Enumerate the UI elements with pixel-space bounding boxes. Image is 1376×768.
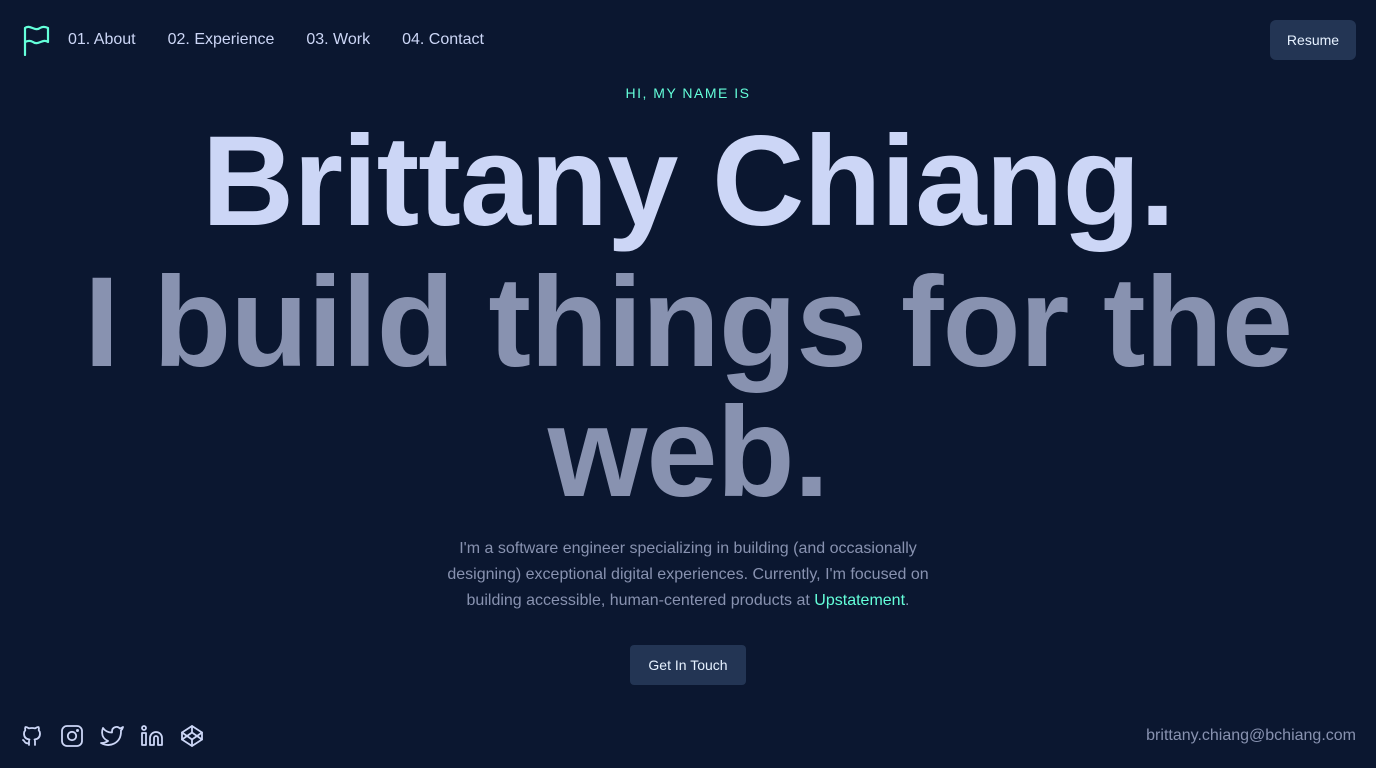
- linkedin-icon[interactable]: [140, 724, 164, 748]
- hero-name: Brittany Chiang.: [201, 110, 1176, 253]
- hero-greeting: HI, MY NAME IS: [625, 85, 751, 101]
- codepen-icon[interactable]: [180, 724, 204, 748]
- instagram-icon[interactable]: [60, 724, 84, 748]
- hero-tagline: I build things for the web.: [83, 251, 1293, 524]
- github-icon[interactable]: [20, 724, 44, 748]
- hero-intro: I'm a software engineer specializing in …: [428, 536, 948, 614]
- get-in-touch-button[interactable]: Get In Touch: [630, 645, 746, 685]
- nav-work[interactable]: 03. Work: [306, 29, 370, 51]
- main-nav: 01. About 02. Experience 03. Work 04. Co…: [68, 29, 516, 51]
- flag-icon[interactable]: [22, 24, 50, 57]
- social-links: [20, 724, 204, 748]
- hero-intro-end: .: [905, 592, 910, 609]
- nav-about[interactable]: 01. About: [68, 29, 136, 51]
- upstatement-link[interactable]: Upstatement: [814, 592, 905, 609]
- nav-experience[interactable]: 02. Experience: [168, 29, 275, 51]
- twitter-icon[interactable]: [100, 724, 124, 748]
- nav-contact[interactable]: 04. Contact: [402, 29, 484, 51]
- page: 01. About 02. Experience 03. Work 04. Co…: [0, 0, 1376, 768]
- site-header: 01. About 02. Experience 03. Work 04. Co…: [0, 0, 1376, 80]
- email-link[interactable]: brittany.chiang@bchiang.com: [1146, 725, 1356, 747]
- resume-button[interactable]: Resume: [1270, 20, 1356, 60]
